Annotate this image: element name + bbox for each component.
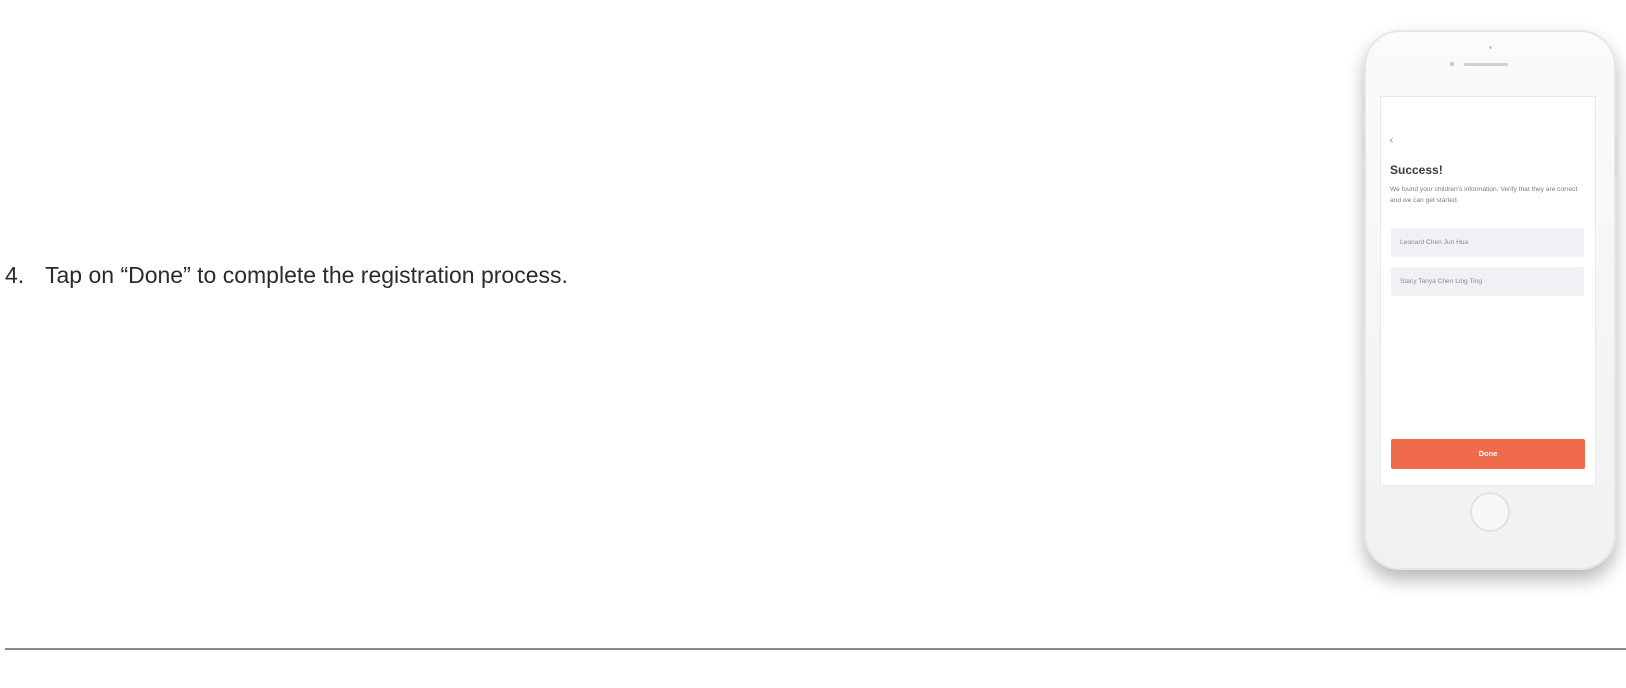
phone-power-button [1615, 134, 1618, 178]
phone-volume-down-button [1362, 170, 1365, 200]
child-item[interactable]: Leonard Chen Jun Hua [1391, 228, 1584, 257]
success-title: Success! [1390, 163, 1443, 177]
phone-screen: ‹ Success! We found your children's info… [1380, 96, 1596, 486]
phone-home-button [1470, 492, 1510, 532]
phone-speaker [1464, 63, 1508, 66]
phone-camera [1489, 46, 1492, 49]
child-item[interactable]: Stacy Tanya Chen Ling Ting [1391, 267, 1584, 296]
step-number: 4. [5, 262, 25, 288]
phone-volume-up-button [1362, 130, 1365, 160]
phone-sensor [1450, 62, 1454, 66]
phone-mockup: ‹ Success! We found your children's info… [1362, 30, 1618, 570]
chevron-left-icon[interactable]: ‹ [1389, 133, 1394, 147]
done-button[interactable]: Done [1391, 439, 1585, 469]
phone-side-button [1362, 96, 1365, 112]
step-text: Tap on “Done” to complete the registrati… [45, 262, 568, 288]
success-description: We found your children's information. Ve… [1390, 186, 1578, 204]
instruction-step: 4. Tap on “Done” to complete the registra… [5, 262, 568, 289]
section-divider [5, 648, 1626, 650]
